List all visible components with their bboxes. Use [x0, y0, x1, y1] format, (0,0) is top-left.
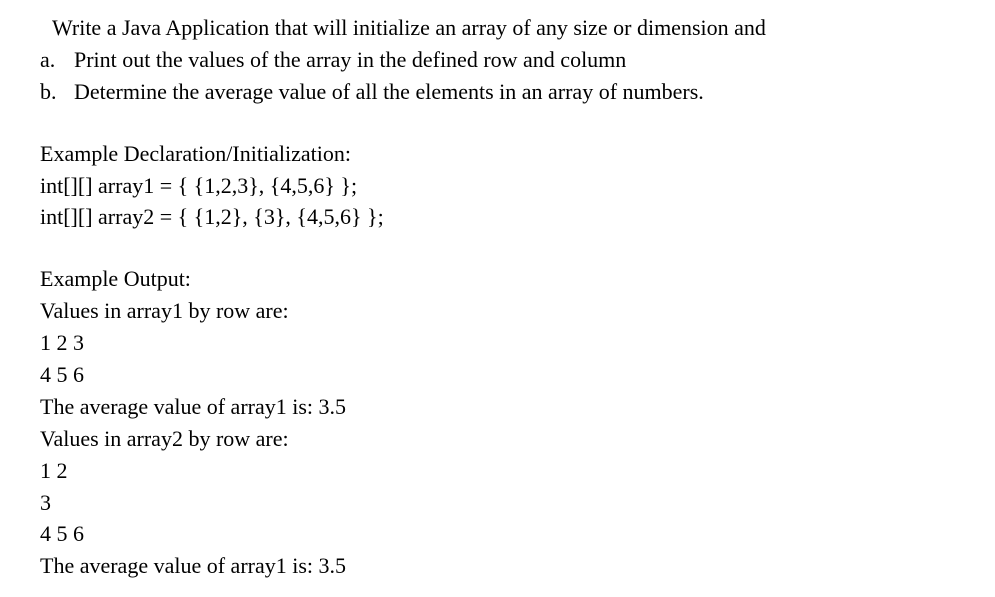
output-line-4: The average value of array1 is: 3.5 — [20, 391, 975, 423]
output-line-1: Values in array1 by row are: — [20, 295, 975, 327]
spacer — [20, 233, 975, 263]
output-line-9: The average value of array1 is: 3.5 — [20, 550, 975, 582]
output-line-8: 4 5 6 — [20, 518, 975, 550]
output-line-5: Values in array2 by row are: — [20, 423, 975, 455]
spacer — [20, 108, 975, 138]
list-item-b: b. Determine the average value of all th… — [20, 76, 975, 108]
intro-text: Write a Java Application that will initi… — [20, 12, 975, 44]
output-header: Example Output: — [20, 263, 975, 295]
declaration-header: Example Declaration/Initialization: — [20, 138, 975, 170]
list-marker-b: b. — [40, 76, 74, 108]
declaration-line-1: int[][] array1 = { {1,2,3}, {4,5,6} }; — [20, 170, 975, 202]
list-text-b: Determine the average value of all the e… — [74, 76, 975, 108]
declaration-line-2: int[][] array2 = { {1,2}, {3}, {4,5,6} }… — [20, 201, 975, 233]
list-marker-a: a. — [40, 44, 74, 76]
output-line-7: 3 — [20, 487, 975, 519]
list-item-a: a. Print out the values of the array in … — [20, 44, 975, 76]
output-line-2: 1 2 3 — [20, 327, 975, 359]
list-text-a: Print out the values of the array in the… — [74, 44, 975, 76]
output-line-6: 1 2 — [20, 455, 975, 487]
output-line-3: 4 5 6 — [20, 359, 975, 391]
